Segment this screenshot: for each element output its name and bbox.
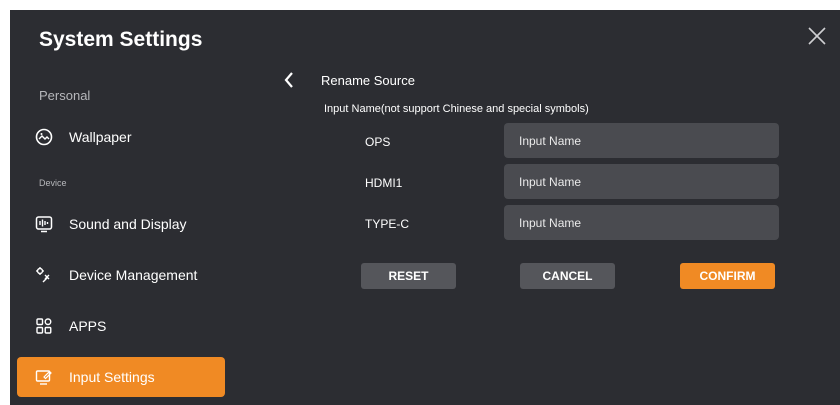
device-management-icon [34, 265, 54, 285]
sidebar-item-label: APPS [69, 318, 107, 334]
sound-display-icon [34, 214, 54, 234]
hdmi1-label: HDMI1 [365, 176, 403, 190]
ops-label: OPS [365, 135, 391, 149]
sidebar-item-label: Input Settings [69, 369, 155, 385]
wallpaper-icon [34, 127, 54, 147]
input-name-hint: Input Name(not support Chinese and speci… [324, 103, 589, 115]
sidebar-item-sound-display[interactable]: Sound and Display [17, 204, 225, 244]
sidebar-item-input-settings[interactable]: Input Settings [17, 357, 225, 397]
ops-name-input[interactable] [504, 123, 779, 158]
type-c-label: TYPE-C [365, 217, 410, 231]
sidebar-item-label: Wallpaper [69, 129, 132, 145]
apps-icon [34, 316, 54, 336]
sidebar-item-label: Device Management [69, 267, 198, 283]
sidebar-item-wallpaper[interactable]: Wallpaper [17, 117, 225, 157]
confirm-button[interactable]: CONFIRM [680, 263, 775, 289]
section-personal: Personal [39, 88, 91, 103]
settings-panel: System Settings Personal Wallpaper Devic… [10, 10, 840, 405]
reset-button[interactable]: RESET [361, 263, 456, 289]
chevron-left-icon[interactable] [282, 71, 296, 89]
sidebar-item-apps[interactable]: APPS [17, 306, 225, 346]
cancel-button[interactable]: CANCEL [520, 263, 615, 289]
section-device: Device [39, 178, 67, 188]
sidebar-item-device-management[interactable]: Device Management [17, 255, 225, 295]
rename-source-heading: Rename Source [321, 73, 415, 88]
page-title: System Settings [39, 28, 203, 51]
sidebar-item-label: Sound and Display [69, 216, 187, 232]
input-settings-icon [34, 367, 54, 387]
type-c-name-input[interactable] [504, 205, 779, 240]
hdmi1-name-input[interactable] [504, 164, 779, 199]
close-icon[interactable] [805, 24, 829, 48]
